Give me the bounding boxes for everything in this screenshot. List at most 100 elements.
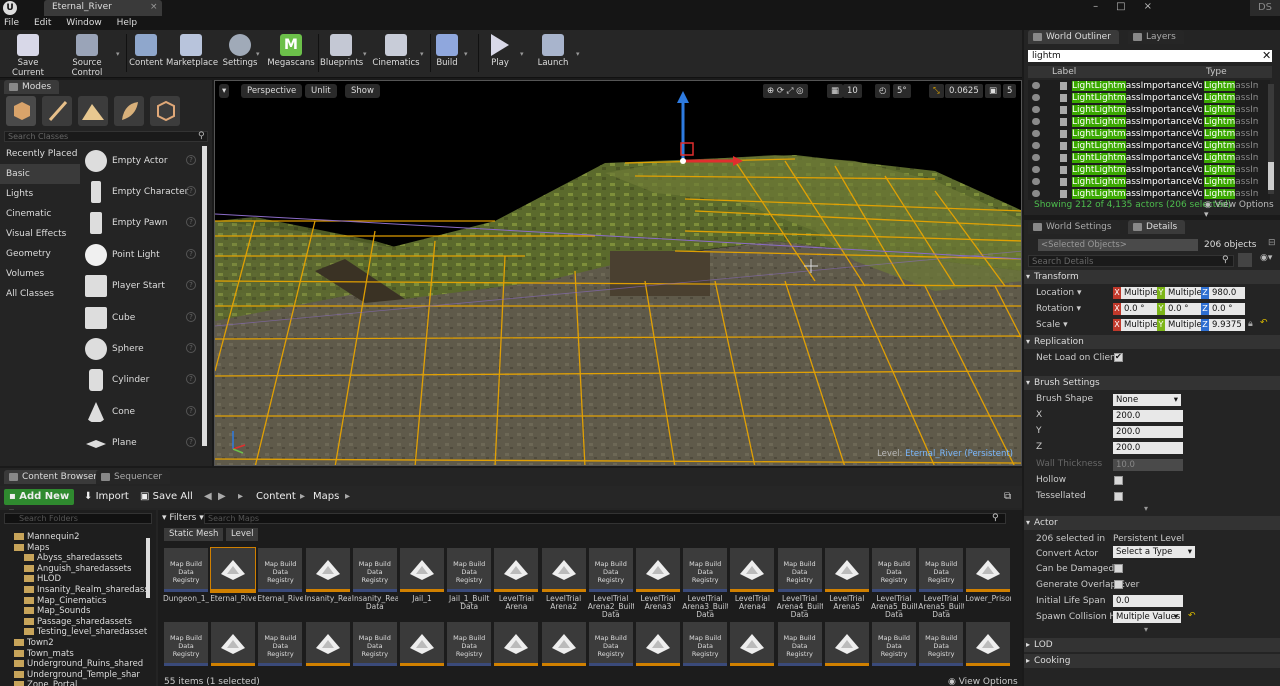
map-asset-tile[interactable] <box>966 622 1011 666</box>
outliner-view-options[interactable]: ◉ View Options ▾ <box>1204 200 1280 220</box>
outliner-search-input[interactable]: lightm <box>1028 50 1272 62</box>
selected-objects-field[interactable]: <Selected Objects> <box>1038 239 1198 251</box>
expand-advanced-icon[interactable]: ▾ <box>1144 625 1148 634</box>
menu-help[interactable]: Help <box>117 16 138 30</box>
help-icon[interactable]: ? <box>186 249 196 259</box>
outliner-row[interactable]: LightLightmassImportanceVolumeLightmassI… <box>1028 92 1270 104</box>
eye-icon[interactable] <box>1032 154 1040 161</box>
outliner-row[interactable]: LightLightmassImportanceVolumeLightmassI… <box>1028 188 1270 200</box>
map-asset-tile[interactable] <box>824 622 869 666</box>
rotation-x-field[interactable]: 0.0 ° <box>1121 303 1157 315</box>
map-asset-tile[interactable] <box>210 547 257 593</box>
build-data-asset-tile[interactable]: Map Build Data Registry <box>352 622 397 666</box>
search-icon[interactable]: ⚲ <box>992 513 999 523</box>
chevron-down-icon[interactable]: ▾ <box>520 50 524 58</box>
clear-search-icon[interactable]: ✕ <box>1262 49 1271 62</box>
eye-icon[interactable] <box>1032 142 1040 149</box>
eye-icon[interactable] <box>1032 106 1040 113</box>
brush-z-field[interactable]: 200.0 <box>1113 442 1183 454</box>
rotation-z-field[interactable]: 0.0 ° <box>1209 303 1245 315</box>
map-asset-tile[interactable] <box>494 548 539 592</box>
scale-x-field[interactable]: Multiple <box>1121 319 1157 331</box>
tab-layers[interactable]: Layers <box>1128 30 1184 44</box>
grid-snap-icon[interactable]: ▦ <box>827 84 844 98</box>
section-lod[interactable]: LOD <box>1024 638 1280 652</box>
category-cinematic[interactable]: Cinematic <box>0 204 80 224</box>
category-volumes[interactable]: Volumes <box>0 264 80 284</box>
location-z-field[interactable]: 980.0 <box>1209 287 1245 299</box>
geometry-mode-button[interactable] <box>150 96 180 126</box>
help-icon[interactable]: ? <box>186 280 196 290</box>
folder-item[interactable]: Town_mats <box>14 649 74 660</box>
tessellated-checkbox[interactable] <box>1114 492 1123 501</box>
generate-overlap-checkbox[interactable] <box>1114 580 1123 589</box>
tab-world-settings[interactable]: World Settings <box>1028 220 1120 234</box>
eye-icon[interactable] <box>1032 94 1040 101</box>
map-asset-tile[interactable] <box>541 548 586 592</box>
build-data-asset-tile[interactable]: Map Build Data Registry <box>872 622 916 666</box>
import-button[interactable]: ⬇ Import <box>84 489 129 505</box>
breadcrumb-content[interactable]: Content <box>256 489 296 505</box>
property-matrix-icon[interactable] <box>1238 253 1252 267</box>
perspective-button[interactable]: Perspective <box>241 84 303 98</box>
build-data-asset-tile[interactable]: Map Build Data Registry <box>683 622 728 666</box>
search-maps-input[interactable]: Search Maps <box>204 513 1006 524</box>
build-data-asset-tile[interactable]: Map Build Data Registry <box>872 548 916 592</box>
help-icon[interactable]: ? <box>186 217 196 227</box>
build-data-asset-tile[interactable]: Map Build Data Registry <box>919 622 964 666</box>
help-icon[interactable]: ? <box>186 374 196 384</box>
modes-scrollbar[interactable] <box>202 146 207 446</box>
reset-arrow-icon[interactable]: ↶ <box>1188 611 1196 621</box>
build-data-asset-tile[interactable]: Map Build Data Registry <box>588 622 633 666</box>
level-viewport[interactable]: ▾ Perspective Unlit Show ⊕ ⟳ ⤢ ◎ ▦ 10 ◴ … <box>214 80 1022 466</box>
folder-item[interactable]: Mannequin2 <box>14 532 80 543</box>
class-plane[interactable]: Plane? <box>82 428 202 458</box>
build-data-asset-tile[interactable]: Map Build Data Registry <box>683 548 728 592</box>
class-cube[interactable]: Cube? <box>82 303 202 333</box>
category-recently-placed[interactable]: Recently Placed <box>0 144 80 164</box>
help-icon[interactable]: ? <box>186 343 196 353</box>
map-asset-tile[interactable] <box>730 548 775 592</box>
category-lights[interactable]: Lights <box>0 184 80 204</box>
grid-snap-value[interactable]: 10 <box>843 84 862 98</box>
help-icon[interactable]: ? <box>186 186 196 196</box>
scale-label[interactable]: Scale ▾ <box>1036 318 1068 332</box>
folder-item[interactable]: Abyss_sharedassets <box>24 553 122 564</box>
spawn-collision-select[interactable]: Multiple Values ▾ <box>1113 611 1181 623</box>
search-icon[interactable]: ⚲ <box>198 131 205 141</box>
initial-life-span-field[interactable]: 0.0 <box>1113 595 1183 607</box>
rotation-label[interactable]: Rotation ▾ <box>1036 302 1081 316</box>
location-y-field[interactable]: Multiple <box>1165 287 1201 299</box>
build-data-asset-tile[interactable]: Map Build Data Registry <box>447 548 492 592</box>
build-data-asset-tile[interactable]: Map Build Data Registry <box>777 622 822 666</box>
back-arrow-icon[interactable]: ◀ <box>204 489 212 505</box>
show-button[interactable]: Show <box>345 84 380 98</box>
build-data-asset-tile[interactable]: Map Build Data Registry <box>164 622 208 666</box>
folder-item[interactable]: Maps <box>14 543 49 554</box>
rotation-snap-icon[interactable]: ◴ <box>875 84 891 98</box>
folder-item[interactable]: Anguish_sharedassets <box>24 564 131 575</box>
document-tab[interactable]: Eternal_River <box>44 0 162 16</box>
eye-icon[interactable] <box>1032 118 1040 125</box>
class-point-light[interactable]: Point Light? <box>82 240 202 270</box>
place-mode-button[interactable] <box>6 96 36 126</box>
eye-icon[interactable] <box>1032 82 1040 89</box>
scale-snap-icon[interactable]: ⤡ <box>929 84 944 98</box>
build-data-asset-tile[interactable]: Map Build Data Registry <box>447 622 492 666</box>
history-icon[interactable]: ⧉ <box>1004 489 1011 505</box>
camera-speed-icon[interactable]: ▣ <box>985 84 1002 98</box>
category-all-classes[interactable]: All Classes <box>0 284 80 304</box>
filter-chip-level[interactable]: Level <box>226 528 259 541</box>
outliner-row[interactable]: LightLightmassImportanceVolumeLightmassI… <box>1028 80 1270 92</box>
build-data-asset-tile[interactable]: Map Build Data Registry <box>777 548 822 592</box>
asset-view-options[interactable]: ◉ View Options ▾ <box>948 677 1022 686</box>
folder-item[interactable]: Insanity_Realm_sharedass <box>24 585 149 596</box>
lock-icon[interactable]: ⊟ <box>1268 238 1276 248</box>
outliner-row[interactable]: LightLightmassImportanceVolumeLightmassI… <box>1028 116 1270 128</box>
convert-actor-select[interactable]: Select a Type ▾ <box>1113 546 1195 558</box>
tab-world-outliner[interactable]: World Outliner <box>1028 30 1119 44</box>
section-cooking[interactable]: Cooking <box>1024 654 1280 668</box>
window-controls-icon[interactable]: –□× <box>1093 1 1170 12</box>
category-basic[interactable]: Basic <box>0 164 80 184</box>
folder-tree-icon[interactable]: ▸ <box>238 489 243 505</box>
